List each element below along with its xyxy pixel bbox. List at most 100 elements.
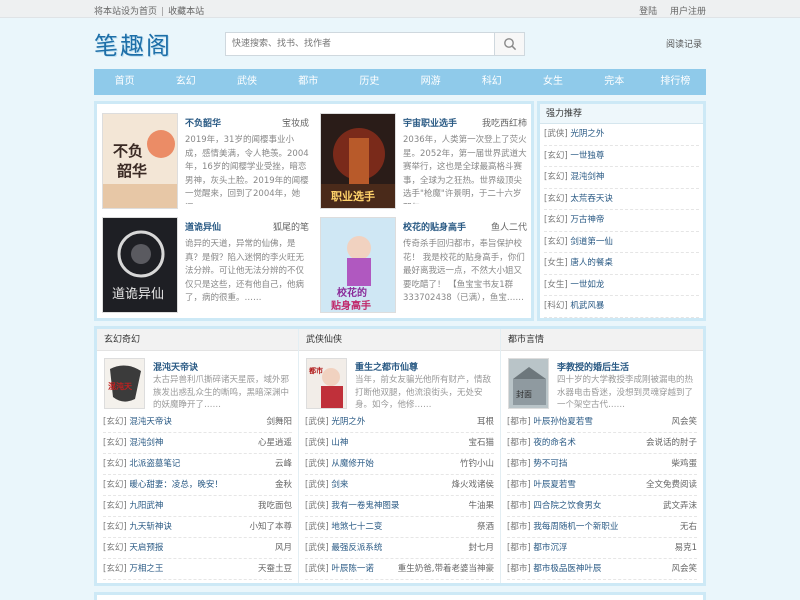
list-item[interactable]: [都市] 势不可挡 柴鸡蛋 bbox=[507, 454, 697, 475]
book-cover[interactable]: 道诡异仙 bbox=[102, 217, 178, 313]
book-link[interactable]: 都市沉浮 bbox=[533, 543, 567, 553]
nav-item[interactable]: 历史 bbox=[339, 69, 400, 95]
book-link[interactable]: 混沌剑神 bbox=[570, 172, 604, 182]
list-item[interactable]: [都市] 夜的命名术 会说话的肘子 bbox=[507, 433, 697, 454]
list-item[interactable]: [武侠] 剑来 烽火戏诸侯 bbox=[305, 475, 494, 496]
book-link[interactable]: 九天斩神诀 bbox=[129, 522, 172, 532]
list-item[interactable]: [都市] 叶辰夏若雪 全文免费阅读 bbox=[507, 475, 697, 496]
book-cover[interactable]: 校花的 贴身高手 bbox=[320, 217, 396, 313]
book-link[interactable]: 北派盗墓笔记 bbox=[129, 459, 180, 469]
book-link[interactable]: 天启预报 bbox=[129, 543, 163, 553]
featured-book[interactable]: 不负 韶华 不负韶华 宝妆成 2019年，31岁的闻樱事业小成，感情美满，令人艳… bbox=[99, 107, 309, 209]
sidebar-item[interactable]: [女生] 一世如龙 bbox=[544, 275, 699, 296]
search-input[interactable] bbox=[226, 33, 494, 55]
sidebar-item[interactable]: [玄幻] 万古神帝 bbox=[544, 210, 699, 232]
nav-item[interactable]: 科幻 bbox=[461, 69, 522, 95]
book-title[interactable]: 不负韶华 bbox=[185, 116, 221, 129]
nav-item[interactable]: 都市 bbox=[278, 69, 339, 95]
book-link[interactable]: 从魔修开始 bbox=[331, 459, 374, 469]
list-item[interactable]: [武侠] 最强反派系统 封七月 bbox=[305, 538, 494, 559]
sidebar-item[interactable]: [玄幻] 一世独尊 bbox=[544, 146, 699, 167]
list-item[interactable]: [玄幻] 九天斩神诀 小知了本尊 bbox=[103, 517, 292, 538]
book-link[interactable]: 我每周随机一个新职业 bbox=[533, 522, 618, 532]
featured-book[interactable]: 道诡异仙 道诡异仙 狐尾的笔 诡异的天道，异常的仙佛，是真？是假？陷入迷惘的李火… bbox=[99, 211, 309, 313]
book-link[interactable]: 夜的命名术 bbox=[533, 438, 576, 448]
book-link[interactable]: 太荒吞天诀 bbox=[570, 194, 613, 204]
column-featured-book[interactable]: 都市 重生之都市仙尊 当年，前女友骗光他所有财产，情敌打断他双腿，他流浪街头，无… bbox=[299, 351, 500, 411]
book-link[interactable]: 九阳武神 bbox=[129, 501, 163, 511]
book-link[interactable]: 四合院之饮食男女 bbox=[533, 501, 601, 511]
nav-item[interactable]: 女生 bbox=[522, 69, 583, 95]
book-link[interactable]: 势不可挡 bbox=[533, 459, 567, 469]
book-link[interactable]: 光阴之外 bbox=[331, 417, 365, 427]
bookmark-link[interactable]: 收藏本站 bbox=[168, 7, 204, 17]
book-cover[interactable]: 职业选手 bbox=[320, 113, 396, 209]
book-link[interactable]: 万相之王 bbox=[129, 564, 163, 574]
book-link[interactable]: 地煞七十二变 bbox=[331, 522, 382, 532]
book-link[interactable]: 万古神帝 bbox=[570, 215, 604, 225]
register-link[interactable]: 用户注册 bbox=[670, 7, 706, 17]
list-item[interactable]: [玄幻] 混沌天帝诀 剑舞阳 bbox=[103, 412, 292, 433]
book-cover[interactable]: 混沌天 bbox=[104, 358, 145, 409]
featured-book[interactable]: 职业选手 宇宙职业选手 我吃西红柿 2036年，人类第一次登上了荧火星。2052… bbox=[317, 107, 527, 209]
list-item[interactable]: [都市] 都市极品医神叶辰 风会笑 bbox=[507, 559, 697, 580]
book-link[interactable]: 叶辰陈一诺 bbox=[331, 564, 374, 574]
book-link[interactable]: 一世独尊 bbox=[570, 151, 604, 161]
sidebar-item[interactable]: [玄幻] 太荒吞天诀 bbox=[544, 189, 699, 210]
sidebar-item[interactable]: [玄幻] 剑道第一仙 bbox=[544, 232, 699, 253]
book-link[interactable]: 剑道第一仙 bbox=[570, 237, 613, 247]
book-link[interactable]: 山神 bbox=[331, 438, 348, 448]
book-link[interactable]: 叶辰孙怡夏若雪 bbox=[533, 417, 593, 427]
book-title[interactable]: 道诡异仙 bbox=[185, 220, 221, 233]
book-link[interactable]: 暖心甜妻：凌总，晚安！ bbox=[129, 480, 223, 490]
list-item[interactable]: [武侠] 光阴之外 耳根 bbox=[305, 412, 494, 433]
sidebar-item[interactable]: [女生] 唐人的餐桌 bbox=[544, 253, 699, 275]
list-item[interactable]: [玄幻] 暖心甜妻：凌总，晚安！ 金秋 bbox=[103, 475, 292, 496]
nav-item[interactable]: 首页 bbox=[94, 69, 155, 95]
book-cover[interactable]: 不负 韶华 bbox=[102, 113, 178, 209]
book-title[interactable]: 重生之都市仙尊 bbox=[355, 360, 418, 373]
book-link[interactable]: 混沌天帝诀 bbox=[129, 417, 172, 427]
book-link[interactable]: 一世如龙 bbox=[570, 280, 604, 290]
set-homepage-link[interactable]: 将本站设为首页 bbox=[94, 7, 157, 17]
sidebar-item[interactable]: [科幻] 机武风暴 bbox=[544, 296, 699, 318]
list-item[interactable]: [武侠] 叶辰陈一诺 重生奶爸,带着老婆当神豪 bbox=[305, 559, 494, 580]
login-link[interactable]: 登陆 bbox=[639, 7, 657, 17]
nav-item[interactable]: 完本 bbox=[584, 69, 645, 95]
book-link[interactable]: 最强反派系统 bbox=[331, 543, 382, 553]
search-button[interactable] bbox=[494, 33, 524, 55]
book-link[interactable]: 剑来 bbox=[331, 480, 348, 490]
list-item[interactable]: [都市] 四合院之饮食男女 武文弄沫 bbox=[507, 496, 697, 517]
list-item[interactable]: [玄幻] 天启预报 风月 bbox=[103, 538, 292, 559]
featured-book[interactable]: 校花的 贴身高手 校花的贴身高手 鱼人二代 传奇杀手回归都市，奉旨保护校花！ 我… bbox=[317, 211, 527, 313]
column-featured-book[interactable]: 混沌天 混沌天帝诀 太古异兽利爪撕碎诸天星辰，域外邪族发出惑乱众生的嘶鸣，黑暗深… bbox=[97, 351, 298, 411]
nav-item[interactable]: 网游 bbox=[400, 69, 461, 95]
list-item[interactable]: [武侠] 地煞七十二变 祭酒 bbox=[305, 517, 494, 538]
read-history-link[interactable]: 阅读记录 bbox=[666, 37, 702, 50]
nav-item[interactable]: 武侠 bbox=[216, 69, 277, 95]
book-link[interactable]: 都市极品医神叶辰 bbox=[533, 564, 601, 574]
list-item[interactable]: [玄幻] 九阳武神 我吃面包 bbox=[103, 496, 292, 517]
book-link[interactable]: 光阴之外 bbox=[570, 129, 604, 139]
book-link[interactable]: 唐人的餐桌 bbox=[570, 258, 613, 268]
book-title[interactable]: 混沌天帝诀 bbox=[153, 360, 198, 373]
list-item[interactable]: [都市] 叶辰孙怡夏若雪 风会笑 bbox=[507, 412, 697, 433]
list-item[interactable]: [玄幻] 万相之王 天蚕土豆 bbox=[103, 559, 292, 580]
list-item[interactable]: [玄幻] 混沌剑神 心星逍遥 bbox=[103, 433, 292, 454]
sidebar-item[interactable]: [玄幻] 混沌剑神 bbox=[544, 167, 699, 189]
list-item[interactable]: [都市] 我每周随机一个新职业 无右 bbox=[507, 517, 697, 538]
book-cover[interactable]: 都市 bbox=[306, 358, 347, 409]
book-link[interactable]: 我有一卷鬼神图录 bbox=[331, 501, 399, 511]
sidebar-item[interactable]: [武侠] 光阴之外 bbox=[544, 124, 699, 146]
list-item[interactable]: [玄幻] 北派盗墓笔记 云峰 bbox=[103, 454, 292, 475]
book-link[interactable]: 机武风暴 bbox=[570, 301, 604, 311]
list-item[interactable]: [武侠] 从魔修开始 竹钓小山 bbox=[305, 454, 494, 475]
book-title[interactable]: 宇宙职业选手 bbox=[403, 116, 457, 129]
list-item[interactable]: [武侠] 我有一卷鬼神图录 牛油果 bbox=[305, 496, 494, 517]
book-title[interactable]: 李教授的婚后生活 bbox=[557, 360, 629, 373]
nav-item[interactable]: 排行榜 bbox=[645, 69, 706, 95]
site-logo[interactable]: 笔趣阁 bbox=[94, 26, 172, 61]
book-link[interactable]: 叶辰夏若雪 bbox=[533, 480, 576, 490]
book-cover[interactable]: 封面 bbox=[508, 358, 549, 409]
list-item[interactable]: [武侠] 山神 宝石猫 bbox=[305, 433, 494, 454]
